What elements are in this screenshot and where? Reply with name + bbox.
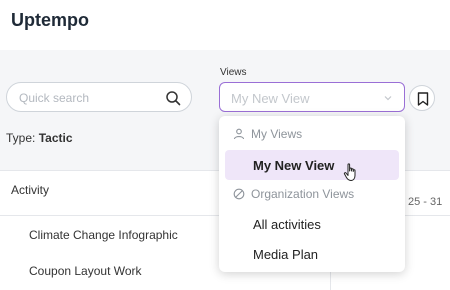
my-views-group: My Views bbox=[233, 127, 302, 141]
type-filter-value: Tactic bbox=[38, 131, 73, 145]
chevron-down-icon bbox=[384, 96, 392, 101]
user-icon bbox=[233, 128, 245, 140]
my-views-group-label: My Views bbox=[251, 127, 303, 141]
activity-column-header[interactable]: Activity bbox=[11, 183, 49, 197]
view-option-all-activities[interactable]: All activities bbox=[253, 217, 321, 232]
bookmark-button[interactable] bbox=[409, 85, 435, 111]
view-option-my-new-view[interactable]: My New View bbox=[253, 158, 334, 173]
date-range-header: 25 - 31 bbox=[408, 196, 443, 208]
organization-icon bbox=[233, 188, 245, 200]
hand-pointer-icon bbox=[343, 163, 356, 181]
organization-views-group: Organization Views bbox=[233, 187, 354, 201]
app-title: Uptempo bbox=[11, 10, 89, 30]
view-option-media-plan[interactable]: Media Plan bbox=[253, 247, 318, 262]
type-filter-label: Type: bbox=[6, 131, 36, 145]
table-row[interactable]: Coupon Layout Work bbox=[29, 264, 142, 278]
search-icon[interactable] bbox=[165, 90, 181, 106]
views-select[interactable]: My New View bbox=[219, 82, 405, 112]
views-select-value: My New View bbox=[231, 91, 310, 106]
type-filter[interactable]: Type: Tactic bbox=[6, 131, 73, 145]
organization-views-group-label: Organization Views bbox=[251, 187, 355, 201]
bookmark-icon bbox=[417, 92, 429, 106]
app-header: Uptempo bbox=[0, 0, 450, 50]
search-input[interactable]: Quick search bbox=[6, 82, 192, 112]
table-row[interactable]: Climate Change Infographic bbox=[29, 228, 178, 242]
search-placeholder: Quick search bbox=[19, 91, 90, 105]
views-dropdown: My Views My New View Organization Views … bbox=[219, 116, 405, 272]
views-label: Views bbox=[220, 67, 247, 78]
